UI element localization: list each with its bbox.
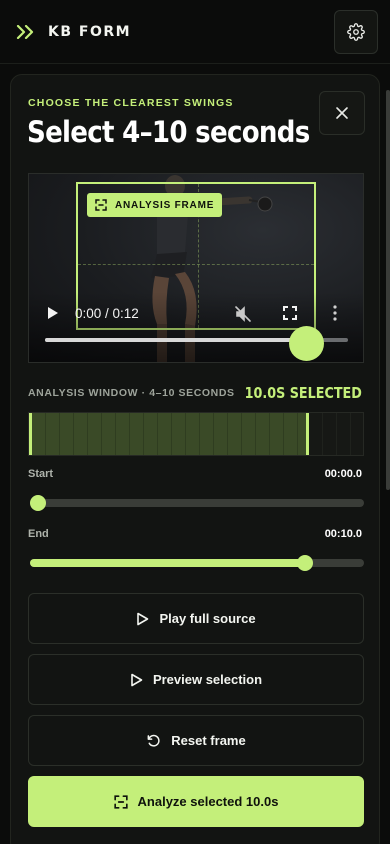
- rotate-ccw-icon: [146, 733, 161, 748]
- play-icon: [130, 673, 143, 687]
- mute-icon[interactable]: [234, 305, 252, 323]
- analysis-frame-tag: ANALYSIS FRAME: [87, 193, 223, 217]
- analyze-selected-label: Analyze selected 10.0s: [137, 794, 279, 809]
- analysis-window-label: ANALYSIS WINDOW · 4–10 SECONDS: [28, 387, 235, 399]
- app-name: KB FORM: [48, 23, 132, 40]
- start-label: Start: [28, 468, 54, 480]
- analysis-frame-label: ANALYSIS FRAME: [115, 199, 215, 211]
- end-label: End: [28, 528, 49, 540]
- reset-frame-label: Reset frame: [171, 733, 246, 748]
- video-progress-thumb[interactable]: [289, 326, 324, 361]
- frame-corners-icon: [113, 794, 128, 809]
- timeline-unselected-range: [309, 413, 363, 455]
- settings-button[interactable]: [334, 10, 378, 54]
- preview-selection-button[interactable]: Preview selection: [28, 654, 364, 705]
- end-value: 00:10.0: [324, 528, 362, 540]
- end-slider-thumb[interactable]: [297, 555, 313, 571]
- play-full-source-button[interactable]: Play full source: [28, 593, 364, 644]
- close-button[interactable]: [319, 91, 365, 135]
- selected-duration: 10.0S SELECTED: [244, 384, 362, 402]
- panel-eyebrow: CHOOSE THE CLEAREST SWINGS: [28, 97, 234, 109]
- play-icon: [136, 612, 149, 626]
- panel-title: Select 4–10 seconds: [27, 115, 310, 149]
- end-slider-fill: [30, 559, 306, 567]
- fullscreen-icon[interactable]: [283, 306, 297, 320]
- start-slider-track[interactable]: [30, 499, 364, 507]
- analyze-selected-button[interactable]: Analyze selected 10.0s: [28, 776, 364, 827]
- video-time: 0:00 / 0:12: [75, 306, 139, 321]
- page-scrollbar[interactable]: [386, 90, 390, 490]
- more-vertical-icon[interactable]: [333, 305, 337, 321]
- selection-timeline[interactable]: [28, 412, 364, 456]
- selection-panel: CHOOSE THE CLEAREST SWINGS Select 4–10 s…: [10, 74, 380, 844]
- reset-frame-button[interactable]: Reset frame: [28, 715, 364, 766]
- video-progress-fill: [45, 338, 307, 342]
- start-slider-thumb[interactable]: [30, 495, 46, 511]
- play-icon[interactable]: [47, 306, 59, 320]
- play-full-source-label: Play full source: [159, 611, 256, 626]
- gear-icon: [347, 23, 365, 41]
- frame-guide-horizontal: [78, 264, 314, 265]
- chevrons-right-icon: [16, 22, 36, 42]
- start-value: 00:00.0: [324, 468, 362, 480]
- preview-selection-label: Preview selection: [152, 672, 263, 687]
- video-player[interactable]: ANALYSIS FRAME 0:00 / 0:12: [28, 173, 364, 363]
- frame-corners-icon: [95, 199, 107, 211]
- top-bar: KB FORM: [0, 0, 390, 64]
- timeline-selected-range[interactable]: [29, 413, 309, 455]
- close-icon: [335, 106, 349, 120]
